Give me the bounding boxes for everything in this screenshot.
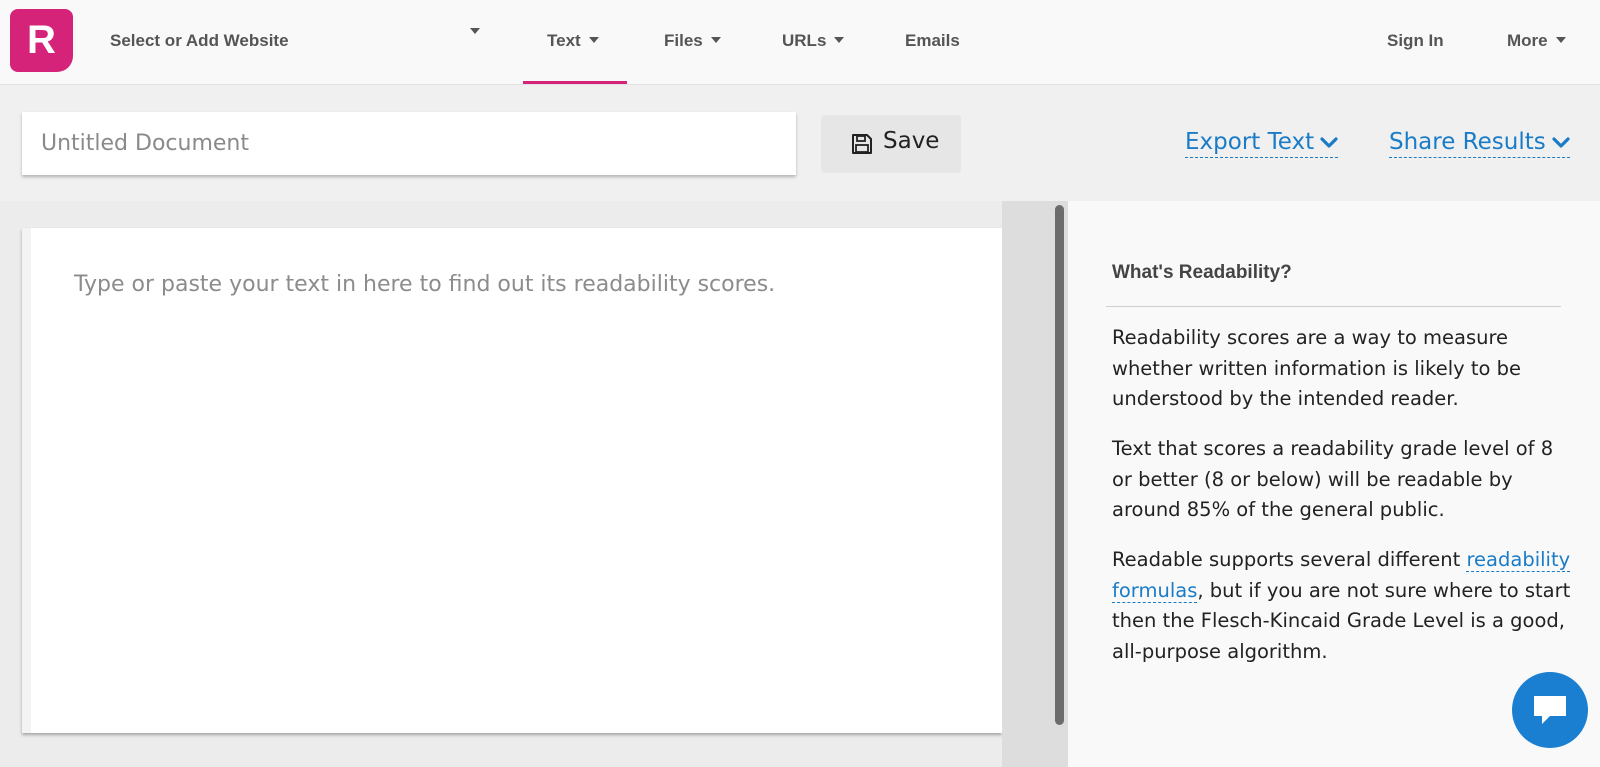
website-select-label: Select or Add Website (110, 31, 289, 50)
editor-scrollbar[interactable] (1055, 205, 1064, 725)
sign-in-link[interactable]: Sign In (1387, 28, 1444, 54)
sign-in-label: Sign In (1387, 31, 1444, 50)
readable-logo[interactable]: R (10, 9, 73, 72)
document-title-input[interactable] (22, 112, 796, 175)
editor-placeholder: Type or paste your text in here to find … (74, 272, 776, 297)
nav-active-indicator (523, 81, 627, 84)
floppy-disk-icon (852, 134, 872, 154)
more-label: More (1507, 31, 1548, 50)
nav-files-label: Files (664, 31, 703, 50)
readability-info-panel: What's Readability? Readability scores a… (1068, 201, 1600, 767)
panel-heading: What's Readability? (1112, 262, 1292, 283)
caret-down-icon (470, 28, 480, 34)
chevron-down-icon (1320, 136, 1338, 148)
caret-down-icon (1555, 36, 1566, 43)
text-editor[interactable]: Type or paste your text in here to find … (22, 228, 1002, 733)
panel-paragraph-3-start: Readable supports several different (1112, 548, 1467, 571)
save-button-label: Save (883, 128, 940, 154)
panel-paragraph-3: Readable supports several different read… (1112, 545, 1572, 667)
export-text-dropdown[interactable]: Export Text (1185, 127, 1339, 158)
nav-emails-label: Emails (905, 31, 960, 50)
nav-urls-label: URLs (782, 31, 827, 50)
top-nav-bar: R Select or Add Website Text Files URLs … (0, 0, 1600, 85)
chevron-down-icon (1552, 136, 1570, 148)
panel-paragraph-2: Text that scores a readability grade lev… (1112, 437, 1554, 521)
logo-letter: R (27, 18, 56, 62)
caret-down-icon (710, 36, 721, 43)
share-results-dropdown[interactable]: Share Results (1389, 127, 1570, 158)
share-results-label: Share Results (1389, 129, 1546, 155)
nav-text-label: Text (547, 31, 581, 50)
chat-bubble-icon (1534, 696, 1566, 724)
website-select-dropdown[interactable]: Select or Add Website (110, 28, 480, 54)
chat-launcher-button[interactable] (1512, 672, 1588, 748)
save-button[interactable]: Save (821, 115, 961, 173)
caret-down-icon (834, 36, 845, 43)
panel-paragraph-1: Readability scores are a way to measure … (1112, 326, 1522, 410)
export-text-label: Export Text (1185, 129, 1315, 155)
panel-divider (1106, 306, 1561, 307)
caret-down-icon (588, 36, 599, 43)
nav-urls[interactable]: URLs (782, 28, 845, 54)
nav-emails[interactable]: Emails (905, 28, 960, 54)
nav-text[interactable]: Text (547, 28, 599, 54)
nav-files[interactable]: Files (664, 28, 721, 54)
more-menu[interactable]: More (1507, 28, 1566, 54)
